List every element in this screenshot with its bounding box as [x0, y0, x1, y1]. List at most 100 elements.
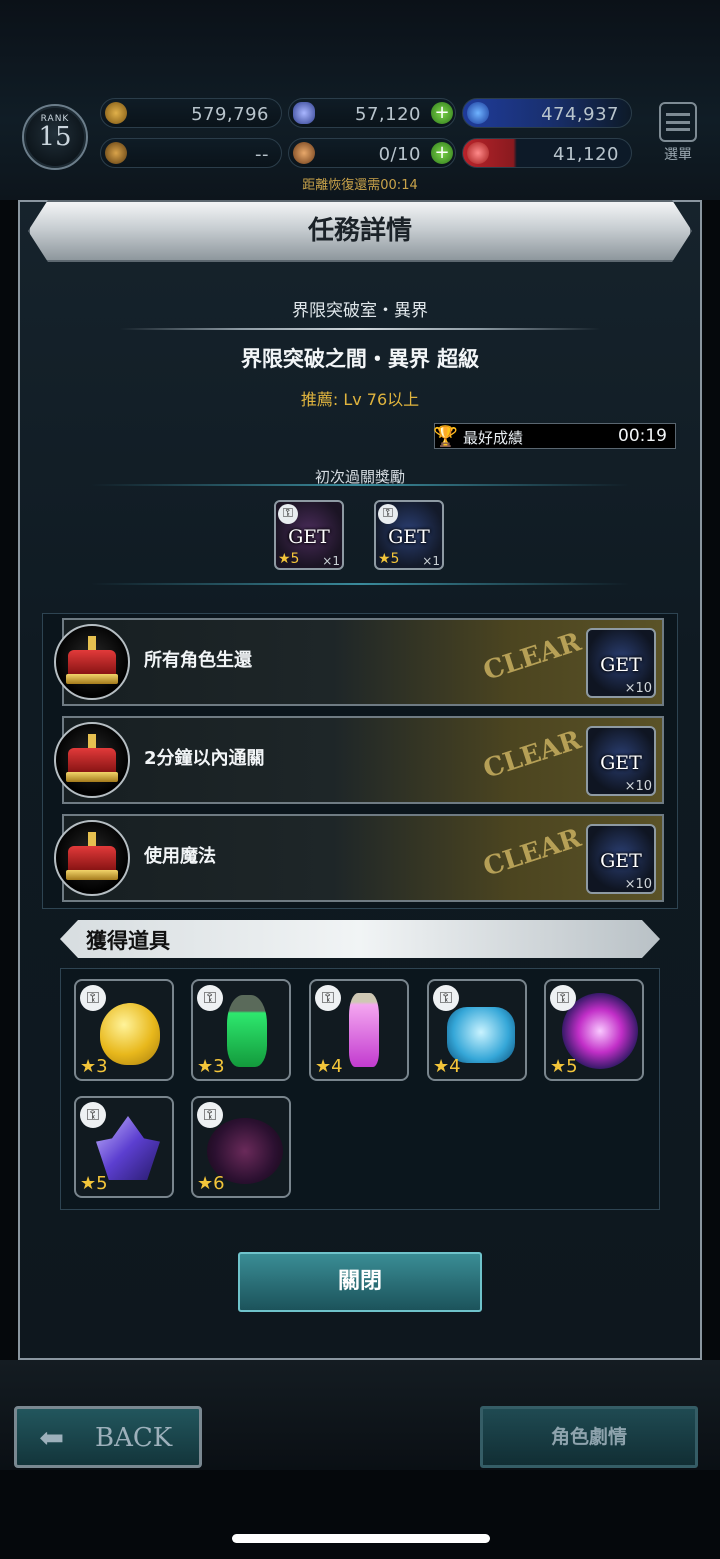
- clear-stamp: CLEAR: [479, 627, 585, 687]
- trophy-counter: --: [100, 138, 282, 168]
- back-arrow-icon: ⬅: [39, 1421, 65, 1456]
- mission-reward[interactable]: GET ×10: [586, 628, 656, 698]
- close-button[interactable]: 關閉: [238, 1252, 482, 1312]
- gem-value: 57,120: [355, 104, 421, 125]
- ticket-value: 41,120: [553, 144, 619, 165]
- golden-apple-icon: [100, 1003, 160, 1065]
- character-story-button[interactable]: 角色劇情: [480, 1406, 698, 1468]
- first-clear-reward[interactable]: ⚿ GET ★5 ×1: [274, 500, 344, 570]
- reward-quantity: ×1: [422, 554, 440, 568]
- mission-reward[interactable]: GET ×10: [586, 726, 656, 796]
- trophy-icon: [105, 142, 127, 164]
- first-clear-reward[interactable]: ⚿ GET ★5 ×1: [374, 500, 444, 570]
- area-subtitle: 界限突破室・異界: [292, 301, 428, 321]
- best-record: 🏆 最好成績 00:19: [433, 423, 676, 449]
- back-button[interactable]: ⬅ BACK: [14, 1406, 202, 1468]
- lock-icon: ⚿: [278, 504, 298, 524]
- add-gems-button[interactable]: +: [431, 102, 453, 124]
- home-indicator[interactable]: [232, 1534, 490, 1543]
- rarity-star: ★4: [315, 1056, 343, 1077]
- crown-icon: [54, 722, 130, 798]
- item-slot[interactable]: ⚿ ★4: [427, 979, 527, 1081]
- rarity-star: ★5: [80, 1173, 108, 1194]
- stamina-counter: 0/10 +: [288, 138, 456, 168]
- get-label: GET: [388, 526, 430, 548]
- item-slot[interactable]: ⚿ ★3: [74, 979, 174, 1081]
- gem-counter: 57,120 +: [288, 98, 456, 128]
- item-slot[interactable]: ⚿ ★3: [191, 979, 291, 1081]
- crown-icon: [54, 820, 130, 896]
- purple-crystal-icon: [96, 1116, 160, 1180]
- rarity-star: ★5: [378, 551, 400, 567]
- gil-counter: 579,796: [100, 98, 282, 128]
- lock-icon: ⚿: [433, 985, 459, 1011]
- pink-potion-icon: [349, 993, 379, 1067]
- gil-value: 579,796: [191, 104, 269, 125]
- get-label: GET: [288, 526, 330, 548]
- item-slot[interactable]: ⚿ ★4: [309, 979, 409, 1081]
- trophy-value: --: [255, 144, 269, 165]
- reward-quantity: ×10: [624, 681, 652, 696]
- best-record-time: 00:19: [618, 426, 667, 446]
- rank-value: 15: [38, 122, 72, 152]
- trophy-icon: 🏆: [433, 424, 458, 448]
- add-stamina-button[interactable]: +: [431, 142, 453, 164]
- menu-icon: [659, 102, 697, 142]
- clear-stamp: CLEAR: [479, 725, 585, 785]
- rank-badge: RANK 15: [22, 104, 88, 170]
- points-counter: 474,937: [462, 98, 632, 128]
- get-label: GET: [600, 752, 642, 774]
- green-potion-icon: [227, 995, 267, 1067]
- get-label: GET: [600, 654, 642, 676]
- lock-icon: ⚿: [378, 504, 398, 524]
- rarity-star: ★4: [433, 1056, 461, 1077]
- lock-icon: ⚿: [197, 1102, 223, 1128]
- best-record-label: 最好成績: [463, 429, 524, 447]
- item-slot[interactable]: ⚿ ★5: [74, 1096, 174, 1198]
- clear-stamp: CLEAR: [479, 823, 585, 883]
- lock-icon: ⚿: [315, 985, 341, 1011]
- back-label: BACK: [95, 1423, 173, 1453]
- ticket-counter: 41,120: [462, 138, 632, 168]
- menu-label: 選單: [664, 147, 692, 163]
- mission-row: 所有角色生還 CLEAR GET ×10: [54, 618, 664, 706]
- reward-quantity: ×10: [624, 779, 652, 794]
- mission-reward[interactable]: GET ×10: [586, 824, 656, 894]
- reward-quantity: ×1: [322, 554, 340, 568]
- ticket-icon: [467, 142, 489, 164]
- crown-icon: [54, 624, 130, 700]
- menu-button[interactable]: 選單: [656, 102, 700, 166]
- dialog-title: 任務詳情: [307, 216, 412, 246]
- stamina-value: 0/10: [378, 144, 421, 165]
- lock-icon: ⚿: [550, 985, 576, 1011]
- reward-quantity: ×10: [624, 877, 652, 892]
- mission-label: 使用魔法: [144, 846, 216, 867]
- crystal-icon: [293, 102, 315, 124]
- rarity-star: ★5: [550, 1056, 578, 1077]
- rarity-star: ★3: [197, 1056, 225, 1077]
- mission-row: 使用魔法 CLEAR GET ×10: [54, 814, 664, 902]
- stage-name: 界限突破之間・異界 超級: [240, 347, 480, 371]
- items-header: 獲得道具: [86, 929, 170, 953]
- mission-row: 2分鐘以內通關 CLEAR GET ×10: [54, 716, 664, 804]
- lock-icon: ⚿: [80, 1102, 106, 1128]
- lock-icon: ⚿: [80, 985, 106, 1011]
- divider: [90, 583, 630, 585]
- rarity-star: ★3: [80, 1056, 108, 1077]
- recover-timer: 距離恢復還需00:14: [302, 178, 418, 193]
- rarity-star: ★5: [278, 551, 300, 567]
- divider: [120, 328, 600, 330]
- rarity-star: ★6: [197, 1173, 225, 1194]
- medal-icon: [293, 142, 315, 164]
- item-slot[interactable]: ⚿ ★5: [544, 979, 644, 1081]
- mission-label: 2分鐘以內通關: [144, 748, 265, 769]
- coin-icon: [105, 102, 127, 124]
- mission-label: 所有角色生還: [144, 650, 252, 671]
- get-label: GET: [600, 850, 642, 872]
- item-slot[interactable]: ⚿ ★6: [191, 1096, 291, 1198]
- orb-icon: [467, 102, 489, 124]
- first-clear-label: 初次過關獎勵: [314, 468, 405, 486]
- ice-crystal-box-icon: [447, 1007, 515, 1063]
- lock-icon: ⚿: [197, 985, 223, 1011]
- points-value: 474,937: [541, 104, 619, 125]
